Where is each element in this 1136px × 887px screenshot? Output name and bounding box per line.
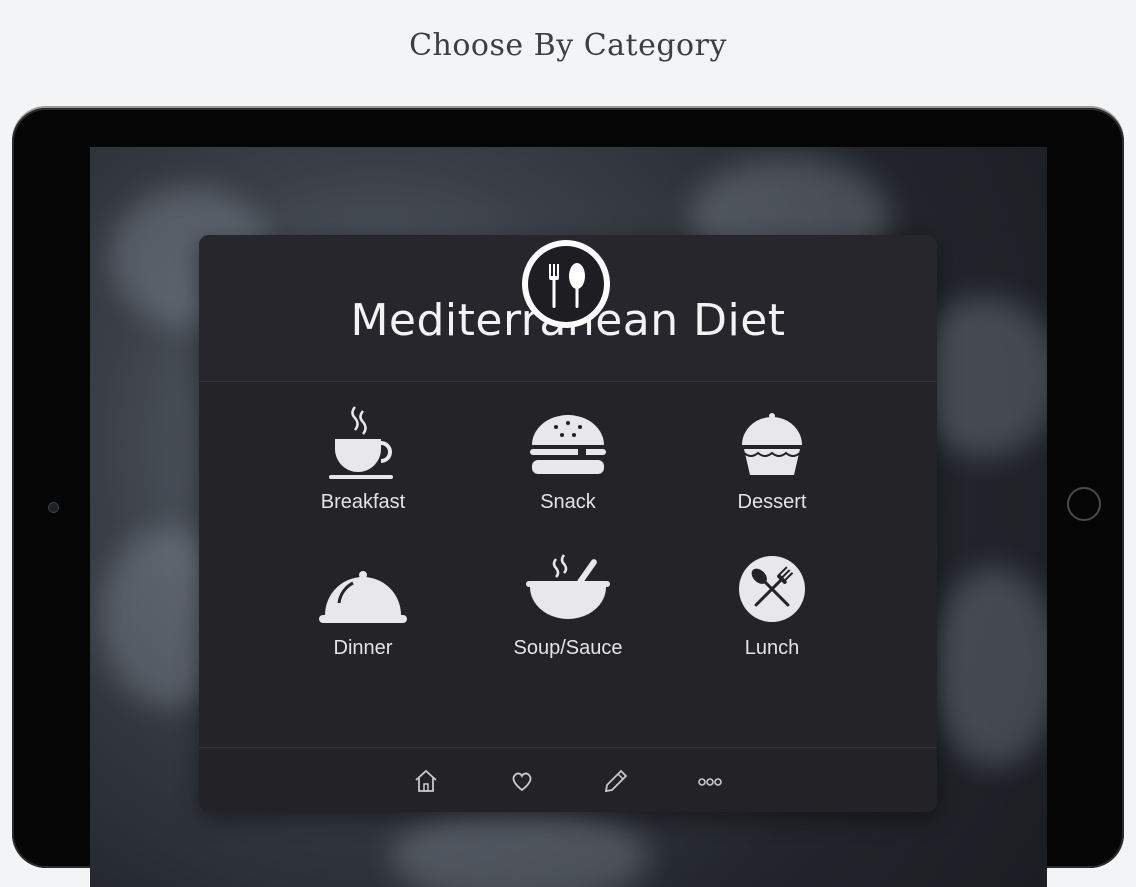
- pencil-icon: [604, 769, 628, 793]
- heart-icon: [512, 772, 532, 792]
- tab-home[interactable]: [411, 766, 441, 796]
- category-snack[interactable]: Snack: [488, 405, 648, 535]
- front-camera: [48, 502, 59, 513]
- bottom-tab-bar: [199, 747, 937, 812]
- category-breakfast[interactable]: Breakfast: [283, 405, 443, 535]
- cupcake-icon: [742, 413, 802, 475]
- cloche-icon: [319, 571, 407, 623]
- category-label: Dessert: [737, 491, 807, 513]
- more-icon: [698, 778, 722, 786]
- background-blur: [930, 567, 1047, 767]
- category-label: Lunch: [744, 637, 800, 659]
- home-icon: [415, 769, 437, 792]
- category-dinner[interactable]: Dinner: [283, 551, 443, 681]
- promo-title: Choose By Category: [409, 28, 727, 63]
- soup-bowl-icon: [526, 554, 610, 619]
- background-blur: [390, 807, 650, 887]
- home-button[interactable]: [1067, 487, 1101, 521]
- tab-more[interactable]: [695, 766, 725, 796]
- app-screen: Mediterranean Diet Breakfast Snack Desse…: [90, 147, 1047, 887]
- category-label: Breakfast: [320, 491, 406, 513]
- category-grid: Breakfast Snack Dessert Dinner Soup/Sauc…: [199, 405, 937, 725]
- category-dessert[interactable]: Dessert: [692, 405, 852, 535]
- tab-notes[interactable]: [601, 766, 631, 796]
- fork-spoon-icon: [549, 263, 585, 308]
- category-label: Soup/Sauce: [513, 637, 623, 659]
- app-logo: [522, 240, 610, 328]
- category-label: Dinner: [333, 637, 393, 659]
- tab-favorites[interactable]: [507, 766, 537, 796]
- tablet-frame: Mediterranean Diet Breakfast Snack Desse…: [12, 108, 1124, 887]
- coffee-cup-icon: [329, 406, 393, 479]
- category-lunch[interactable]: Lunch: [692, 551, 852, 681]
- category-soup-sauce[interactable]: Soup/Sauce: [488, 551, 648, 681]
- category-label: Snack: [540, 491, 596, 513]
- burger-icon: [530, 415, 606, 474]
- fork-spoon-crossed-icon: [739, 556, 805, 622]
